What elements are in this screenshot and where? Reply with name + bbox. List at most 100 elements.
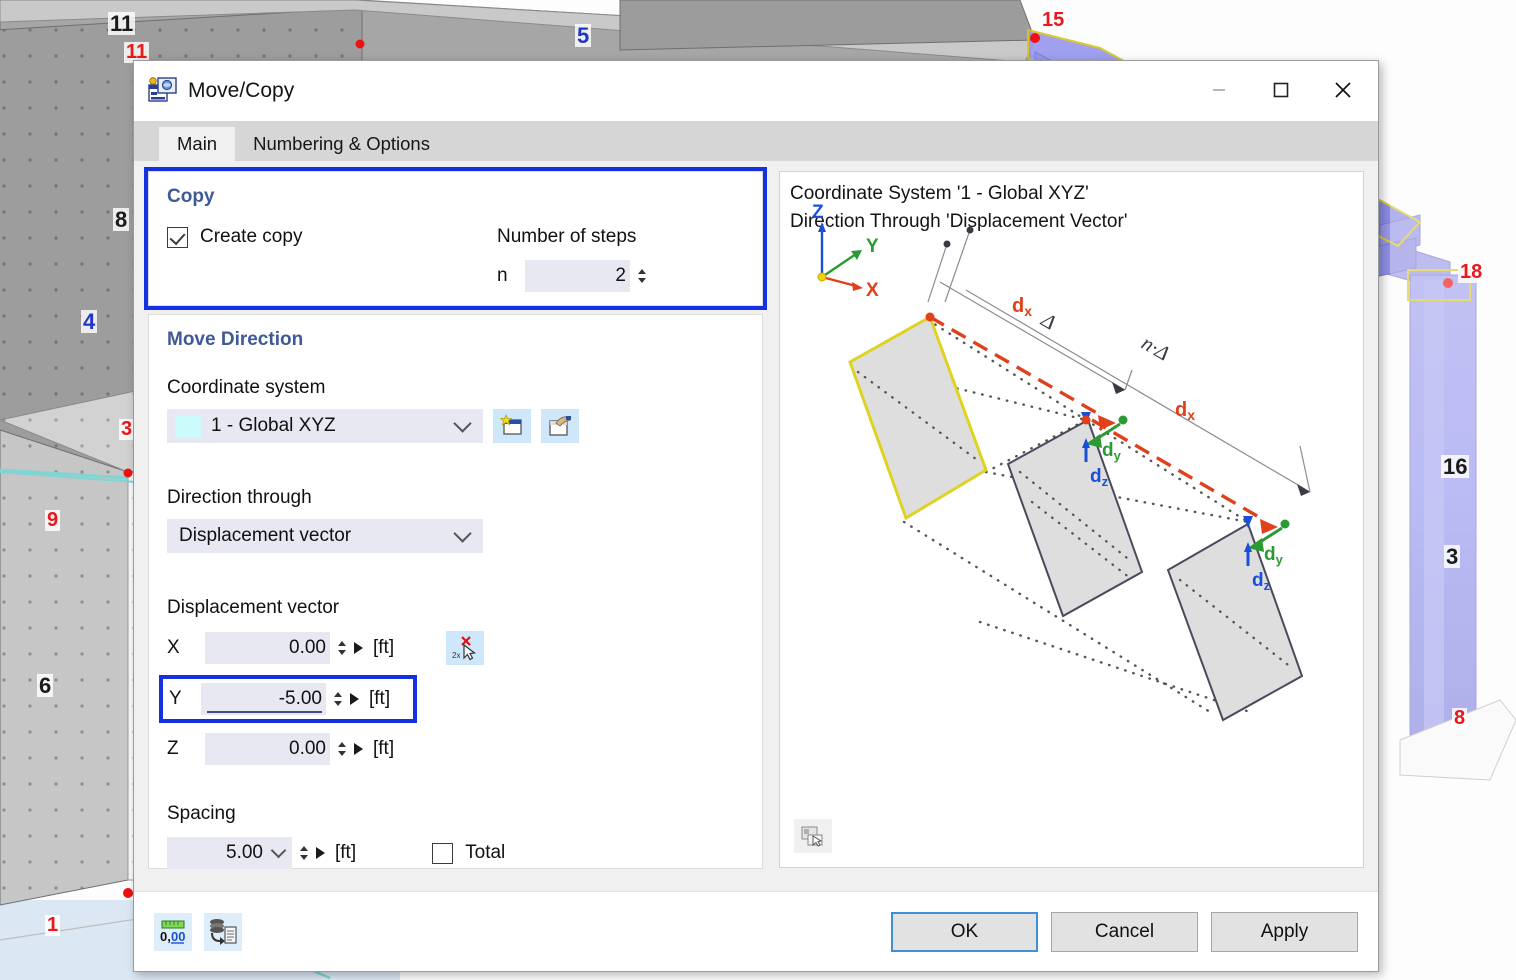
- move-direction-section: Move Direction Coordinate system 1 - Glo…: [148, 314, 763, 869]
- right-column: Coordinate System '1 - Global XYZ' Direc…: [779, 171, 1364, 891]
- apply-button[interactable]: Apply: [1211, 911, 1358, 952]
- preview-graphic-panel: Coordinate System '1 - Global XYZ' Direc…: [779, 171, 1364, 868]
- maximize-icon: [1273, 82, 1289, 98]
- minimize-button[interactable]: [1188, 61, 1250, 119]
- axis-triad-icon: Z Y X: [812, 202, 879, 301]
- displacement-x-unit: [ft]: [373, 637, 395, 658]
- total-checkbox[interactable]: [432, 842, 454, 864]
- displacement-z-unit: [ft]: [373, 738, 395, 759]
- chevron-down-icon: [453, 413, 472, 433]
- total-checkbox-row[interactable]: Total: [432, 842, 505, 864]
- minimize-icon: [1213, 89, 1225, 91]
- svg-text:2x: 2x: [452, 651, 460, 660]
- direction-through-label: Direction through: [167, 487, 312, 508]
- cancel-button[interactable]: Cancel: [1051, 911, 1198, 952]
- spacing-input[interactable]: 5.00: [167, 837, 292, 869]
- n-delta-label: n·Δ: [1138, 331, 1174, 366]
- coordinate-system-value: 1 - Global XYZ: [211, 415, 336, 436]
- create-copy-label: Create copy: [200, 226, 303, 247]
- displacement-x-value: 0.00: [289, 637, 326, 658]
- new-coordinate-system-icon: [499, 414, 522, 435]
- dx-label-1: dx: [1012, 295, 1032, 319]
- svg-text:Y: Y: [866, 236, 879, 257]
- displacement-z-value: 0.00: [289, 738, 326, 759]
- spacing-pick-arrow-icon[interactable]: [316, 847, 325, 859]
- number-of-steps-spinner[interactable]: [635, 263, 648, 289]
- displacement-y-spinner[interactable]: [331, 686, 344, 712]
- save-defaults-icon: [210, 918, 237, 945]
- coordinate-system-select[interactable]: 1 - Global XYZ: [167, 409, 483, 443]
- displacement-z-spinner[interactable]: [335, 736, 348, 762]
- create-copy-checkbox[interactable]: [167, 226, 188, 248]
- edit-coordinate-system-icon: [549, 416, 571, 436]
- direction-through-value: Displacement vector: [179, 525, 352, 546]
- displacement-y-row: Y -5.00 [ft]: [159, 675, 417, 723]
- tab-numbering-options[interactable]: Numbering & Options: [235, 127, 448, 161]
- displacement-x-input[interactable]: 0.00: [205, 632, 330, 664]
- units-decimal-places-button[interactable]: 0, 00: [154, 912, 192, 951]
- spacing-value: 5.00: [226, 842, 263, 863]
- chevron-down-icon: [453, 523, 472, 543]
- save-defaults-button[interactable]: [204, 912, 242, 951]
- pick-two-points-button[interactable]: 2x: [446, 631, 485, 665]
- tab-strip: Main Numbering & Options: [134, 121, 1378, 161]
- left-column: Copy Create copy Number of steps n 2 Mov…: [144, 167, 767, 891]
- move-copy-icon: [148, 77, 178, 105]
- displacement-y-pick-arrow-icon[interactable]: [350, 693, 359, 705]
- svg-text:0,: 0,: [160, 929, 171, 944]
- tab-main-label: Main: [177, 133, 218, 154]
- pick-two-points-icon: 2x: [452, 636, 477, 661]
- copy-section: Copy Create copy Number of steps n 2: [144, 167, 767, 310]
- move-direction-legend: Move Direction: [167, 329, 304, 350]
- dialog-title: Move/Copy: [188, 79, 295, 102]
- close-icon: [1335, 82, 1351, 98]
- spacing-unit: [ft]: [335, 842, 357, 863]
- move-copy-dialog: Move/Copy Main Numbering & Options Copy: [133, 60, 1379, 972]
- cancel-label: Cancel: [1094, 920, 1155, 942]
- displacement-y-unit: [ft]: [369, 688, 391, 709]
- svg-text:X: X: [866, 280, 879, 301]
- displacement-y-input[interactable]: -5.00: [201, 683, 326, 715]
- dx-label-2: dx: [1175, 399, 1195, 423]
- displacement-x-pick-arrow-icon[interactable]: [354, 642, 363, 654]
- new-coordinate-system-button[interactable]: [493, 409, 531, 443]
- svg-text:Z: Z: [812, 202, 824, 223]
- edit-coordinate-system-button[interactable]: [541, 409, 579, 443]
- displacement-z-input[interactable]: 0.00: [205, 733, 330, 765]
- coordinate-system-color-swatch: [175, 415, 201, 437]
- ok-button[interactable]: OK: [891, 911, 1038, 952]
- displacement-x-spinner[interactable]: [335, 635, 348, 661]
- spacing-label: Spacing: [167, 803, 236, 824]
- displacement-z-axis-label: Z: [167, 738, 179, 759]
- create-copy-checkbox-row[interactable]: Create copy: [167, 226, 497, 248]
- spacing-chevron-down-icon[interactable]: [270, 842, 287, 859]
- copy-section-legend: Copy: [167, 186, 215, 207]
- maximize-button[interactable]: [1250, 61, 1312, 119]
- number-of-steps-input[interactable]: 2: [525, 260, 630, 292]
- direction-through-select[interactable]: Displacement vector: [167, 519, 483, 553]
- graphic-settings-icon: [801, 826, 823, 847]
- displacement-z-pick-arrow-icon[interactable]: [354, 743, 363, 755]
- number-of-steps-label: Number of steps: [497, 226, 637, 247]
- n-label: n: [497, 265, 508, 286]
- close-button[interactable]: [1312, 61, 1374, 119]
- dy-label-2: dy: [1264, 544, 1284, 567]
- apply-label: Apply: [1260, 920, 1309, 942]
- displacement-y-value: -5.00: [278, 688, 322, 709]
- tab-numbering-options-label: Numbering & Options: [253, 133, 430, 154]
- number-of-steps-value: 2: [615, 265, 626, 286]
- svg-text:00: 00: [171, 929, 185, 944]
- total-label: Total: [465, 842, 506, 863]
- tab-main[interactable]: Main: [159, 127, 236, 161]
- displacement-x-axis-label: X: [167, 637, 180, 658]
- displacement-vector-label: Displacement vector: [167, 597, 340, 618]
- displacement-y-axis-label: Y: [169, 688, 182, 709]
- dialog-footer: 0, 00 OK Cancel Apply: [134, 891, 1378, 971]
- graphic-settings-button[interactable]: [794, 819, 832, 853]
- displacement-z-row: Z 0.00 [ft]: [167, 733, 744, 765]
- preview-shape-copy-1: [1006, 418, 1144, 618]
- dy-label-1: dy: [1102, 440, 1122, 463]
- spacing-spinner[interactable]: [297, 840, 310, 866]
- dialog-title-bar[interactable]: Move/Copy: [134, 61, 1378, 121]
- displacement-x-row: X 0.00 [ft] 2x: [167, 631, 744, 665]
